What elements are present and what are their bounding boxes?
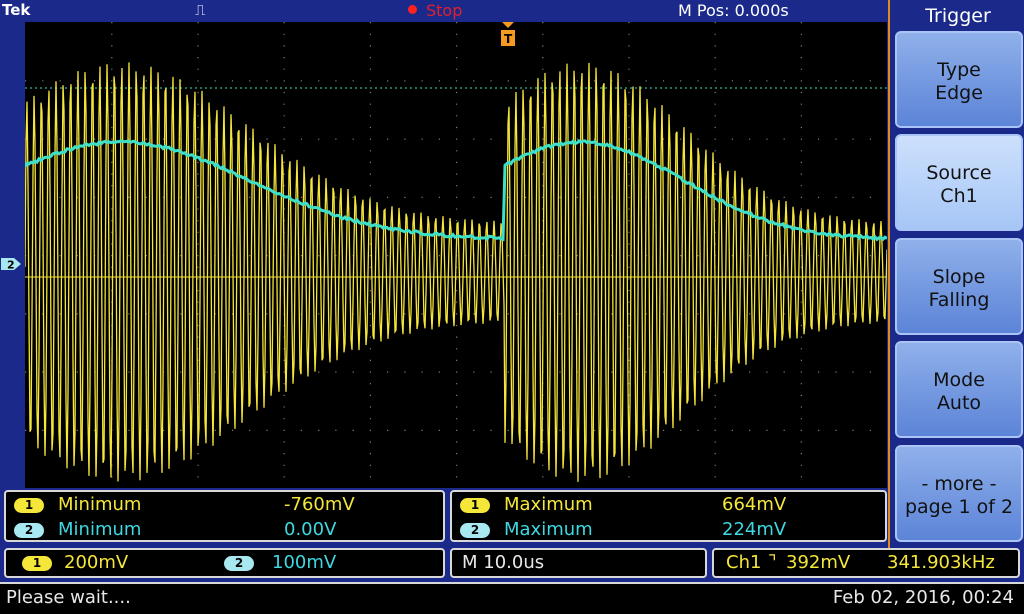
trigger-position-marker-icon: T	[501, 22, 515, 46]
trigger-readout[interactable]: Ch1 ⌝ 392mV 341.903kHz	[712, 548, 1020, 578]
softkey-line1: Source	[897, 162, 1021, 185]
ch2-marker-label: 2	[7, 259, 15, 272]
softkey-line1: Slope	[897, 266, 1021, 289]
more-menu-button[interactable]: - more - page 1 of 2	[895, 445, 1023, 542]
ch1-badge: 1	[22, 556, 52, 571]
message-bar: Please wait.... Feb 02, 2016, 00:24	[0, 582, 1024, 614]
trigger-mode-button[interactable]: Mode Auto	[895, 341, 1023, 438]
softkey-line1: - more -	[897, 473, 1021, 496]
measurement-row: 1 Minimum -760mV	[14, 494, 44, 516]
stop-indicator-icon	[408, 5, 417, 14]
softkey-line2: Auto	[897, 392, 1021, 415]
trigger-source-button[interactable]: Source Ch1	[895, 134, 1023, 231]
trigger-level: 392mV	[786, 552, 850, 573]
top-status-bar: Tek ⎍ Stop M Pos: 0.000s	[0, 0, 888, 22]
status-message: Please wait....	[6, 587, 131, 608]
trigger-slope-icon: ⌝	[768, 552, 776, 573]
measurement-value: 0.00V	[284, 519, 336, 540]
ch1-scale: 200mV	[64, 552, 128, 573]
softkey-line2: Ch1	[897, 185, 1021, 208]
ch2-badge: 2	[224, 556, 254, 571]
horizontal-position-readout: M Pos: 0.000s	[678, 1, 789, 20]
measurement-label: Minimum	[58, 494, 141, 515]
trigger-side-menu: Trigger Type Edge Source Ch1 Slope Falli…	[888, 0, 1024, 548]
ch2-ground-marker[interactable]: 2	[0, 256, 22, 272]
measurement-value: 664mV	[722, 494, 786, 515]
measurement-label: Maximum	[504, 519, 593, 540]
timebase-value: M 10.0us	[462, 552, 544, 573]
measurement-row: 2 Minimum 0.00V	[14, 519, 44, 541]
measurement-row: 1 Maximum 664mV	[460, 494, 490, 516]
trigger-type-icon: ⎍	[195, 1, 206, 19]
channel-scale-readout[interactable]: 1 200mV 2 100mV	[4, 548, 445, 578]
measurement-value: -760mV	[284, 494, 355, 515]
measurement-label: Minimum	[58, 519, 141, 540]
measurement-value: 224mV	[722, 519, 786, 540]
measurements-box-left[interactable]: 1 Minimum -760mV 2 Minimum 0.00V	[4, 490, 445, 542]
trigger-frequency: 341.903kHz	[887, 552, 995, 573]
trigger-source: Ch1	[726, 552, 761, 573]
measurement-label: Maximum	[504, 494, 593, 515]
softkey-line1: Type	[897, 59, 1021, 82]
softkey-line2: Falling	[897, 289, 1021, 312]
ch1-badge: 1	[14, 498, 44, 513]
ch2-badge: 2	[14, 523, 44, 538]
softkey-line2: page 1 of 2	[897, 496, 1021, 519]
softkey-line2: Edge	[897, 82, 1021, 105]
brand-label: Tek	[2, 1, 30, 19]
ch1-badge: 1	[460, 498, 490, 513]
date-time: Feb 02, 2016, 00:24	[833, 587, 1014, 608]
svg-text:T: T	[504, 32, 513, 46]
measurements-box-right[interactable]: 1 Maximum 664mV 2 Maximum 224mV	[450, 490, 887, 542]
ch2-scale: 100mV	[272, 552, 336, 573]
trigger-type-button[interactable]: Type Edge	[895, 31, 1023, 128]
timebase-readout[interactable]: M 10.0us	[450, 548, 707, 578]
measurement-row: 2 Maximum 224mV	[460, 519, 490, 541]
waveform-display[interactable]: T	[25, 22, 887, 488]
ch2-badge: 2	[460, 523, 490, 538]
softkey-line1: Mode	[897, 369, 1021, 392]
waveform-graticule: T	[25, 22, 887, 488]
side-menu-title: Trigger	[890, 5, 1024, 27]
acquisition-state: Stop	[426, 1, 462, 20]
trigger-slope-button[interactable]: Slope Falling	[895, 238, 1023, 335]
